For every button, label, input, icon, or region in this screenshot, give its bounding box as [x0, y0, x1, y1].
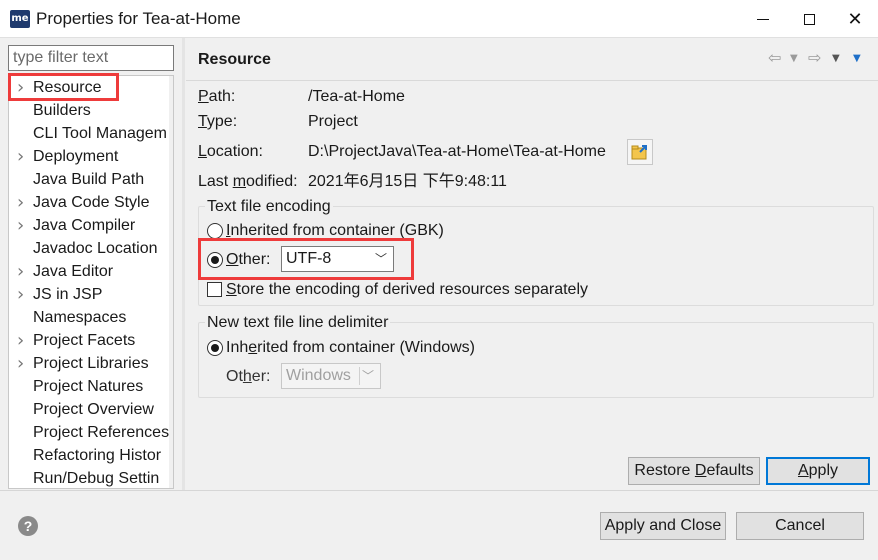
show-in-explorer-button[interactable] — [627, 139, 653, 165]
tree-item-label: Project References — [33, 424, 170, 441]
close-button[interactable]: ✕ — [832, 0, 878, 38]
tree-item-label: Java Compiler — [33, 217, 136, 234]
tree-item-label: Refactoring Histor — [33, 447, 162, 464]
tree-item-cli-tool-managem[interactable]: CLI Tool Managem — [9, 122, 173, 145]
tree-item-resource[interactable]: › Resource — [9, 76, 173, 99]
tree-item-namespaces[interactable]: Namespaces — [9, 306, 173, 329]
minimize-button[interactable] — [740, 0, 786, 38]
encoding-select-value: UTF-8 — [286, 250, 332, 267]
delimiter-inherited-label[interactable]: Inherited from container (Windows) — [226, 338, 475, 358]
restore-defaults-button[interactable]: Restore Defaults — [628, 457, 760, 485]
close-icon: ✕ — [847, 8, 863, 30]
back-menu-chevron-icon[interactable]: ▼ — [790, 53, 798, 64]
tree-item-project-libraries[interactable]: › Project Libraries — [9, 352, 173, 375]
encoding-other-label[interactable]: Other: — [226, 250, 270, 270]
type-value: Project — [308, 113, 358, 130]
location-value: D:\ProjectJava\Tea-at-Home\Tea-at-Home — [308, 143, 606, 160]
delimiter-inherited-radio[interactable] — [207, 340, 223, 356]
encoding-inherited-radio[interactable] — [207, 223, 223, 239]
encoding-inherited-label[interactable]: Inherited from container (GBK) — [226, 221, 444, 241]
expand-chevron-icon[interactable]: › — [17, 191, 27, 214]
open-folder-icon — [631, 145, 647, 160]
minimize-icon — [757, 18, 769, 20]
cancel-button[interactable]: Cancel — [736, 512, 864, 540]
filter-input[interactable] — [8, 45, 174, 71]
last-modified-value: 2021年6月15日 下午9:48:11 — [308, 173, 507, 190]
tree-item-label: Run/Debug Settin — [33, 470, 160, 487]
expand-chevron-icon[interactable]: › — [17, 352, 27, 375]
tree-item-label: Java Code Style — [33, 194, 150, 211]
tree-item-java-editor[interactable]: › Java Editor — [9, 260, 173, 283]
view-menu-icon[interactable]: ▼ — [853, 53, 861, 64]
tree-item-java-code-style[interactable]: › Java Code Style — [9, 191, 173, 214]
tree-item-java-build-path[interactable]: Java Build Path — [9, 168, 173, 191]
maximize-button[interactable] — [786, 0, 832, 38]
location-label: Location: — [198, 143, 263, 160]
property-page-tree[interactable]: › Resource Builders CLI Tool Managem › Deploy… — [8, 75, 174, 489]
button-bar-divider — [0, 490, 878, 491]
app-icon: me — [10, 10, 30, 28]
title-bar: me Properties for Tea-at-Home ✕ — [0, 0, 878, 38]
splitter[interactable] — [182, 38, 185, 490]
tree-item-label: Project Libraries — [33, 355, 149, 372]
expand-chevron-icon[interactable]: › — [17, 76, 27, 99]
tree-item-label: Java Build Path — [33, 171, 145, 188]
tree-item-refactoring-histor[interactable]: Refactoring Histor — [9, 444, 173, 467]
last-modified-label: Last modified: — [198, 173, 298, 190]
tree-item-label: Deployment — [33, 148, 119, 165]
tree-item-label: Builders — [33, 102, 91, 119]
tree-item-project-facets[interactable]: › Project Facets — [9, 329, 173, 352]
tree-item-project-overview[interactable]: Project Overview — [9, 398, 173, 421]
path-label: Path: — [198, 88, 236, 105]
encoding-select[interactable]: UTF-8 ﹀ — [281, 246, 394, 272]
tree-item-label: Project Overview — [33, 401, 154, 418]
chevron-down-icon: ﹀ — [374, 252, 387, 266]
tree-item-label: Java Editor — [33, 263, 114, 280]
delimiter-other-label: Other: — [226, 368, 271, 385]
expand-chevron-icon[interactable]: › — [17, 260, 27, 283]
forward-menu-chevron-icon[interactable]: ▼ — [832, 53, 840, 64]
tree-item-project-references[interactable]: Project References — [9, 421, 173, 444]
tree-item-label: Namespaces — [33, 309, 127, 326]
type-label: Type: — [198, 113, 238, 130]
tree-item-java-compiler[interactable]: › Java Compiler — [9, 214, 173, 237]
store-encoding-checkbox[interactable] — [207, 282, 222, 297]
header-divider — [186, 80, 878, 81]
tree-item-deployment[interactable]: › Deployment — [9, 145, 173, 168]
back-arrow-icon[interactable]: ⇦ — [768, 48, 781, 67]
help-icon[interactable]: ? — [18, 516, 38, 536]
expand-chevron-icon[interactable]: › — [17, 283, 27, 306]
tree-item-builders[interactable]: Builders — [9, 99, 173, 122]
panel-header: Resource ⇦ ▼ ⇨ ▼ ▼ — [186, 38, 878, 82]
delimiter-group-title: New text file line delimiter — [205, 313, 391, 333]
window-title: Properties for Tea-at-Home — [36, 9, 241, 28]
tree-item-javadoc-location[interactable]: Javadoc Location — [9, 237, 173, 260]
delimiter-select-value: Windows — [286, 367, 351, 384]
page-title: Resource — [198, 51, 271, 68]
expand-chevron-icon[interactable]: › — [17, 329, 27, 352]
maximize-icon — [803, 13, 815, 25]
tree-item-label: JS in JSP — [33, 286, 103, 303]
apply-button[interactable]: Apply — [766, 457, 870, 485]
expand-chevron-icon[interactable]: › — [17, 145, 27, 168]
tree-item-js-in-jsp[interactable]: › JS in JSP — [9, 283, 173, 306]
expand-chevron-icon[interactable]: › — [17, 214, 27, 237]
apply-and-close-button[interactable]: Apply and Close — [600, 512, 726, 540]
delimiter-select: Windows ﹀ — [281, 363, 381, 389]
path-value: /Tea-at-Home — [308, 88, 405, 105]
encoding-other-radio[interactable] — [207, 252, 223, 268]
store-encoding-label[interactable]: Store the encoding of derived resources … — [226, 280, 588, 300]
tree-item-label: Resource — [33, 79, 102, 96]
forward-arrow-icon[interactable]: ⇨ — [808, 48, 821, 67]
encoding-group-title: Text file encoding — [205, 197, 333, 217]
tree-item-label: Project Facets — [33, 332, 136, 349]
tree-item-project-natures[interactable]: Project Natures — [9, 375, 173, 398]
chevron-down-icon: ﹀ — [361, 369, 374, 383]
tree-item-label: Javadoc Location — [33, 240, 158, 257]
tree-item-label: Project Natures — [33, 378, 144, 395]
tree-item-run-debug-settin[interactable]: Run/Debug Settin — [9, 467, 173, 488]
tree-item-label: CLI Tool Managem — [33, 125, 167, 142]
